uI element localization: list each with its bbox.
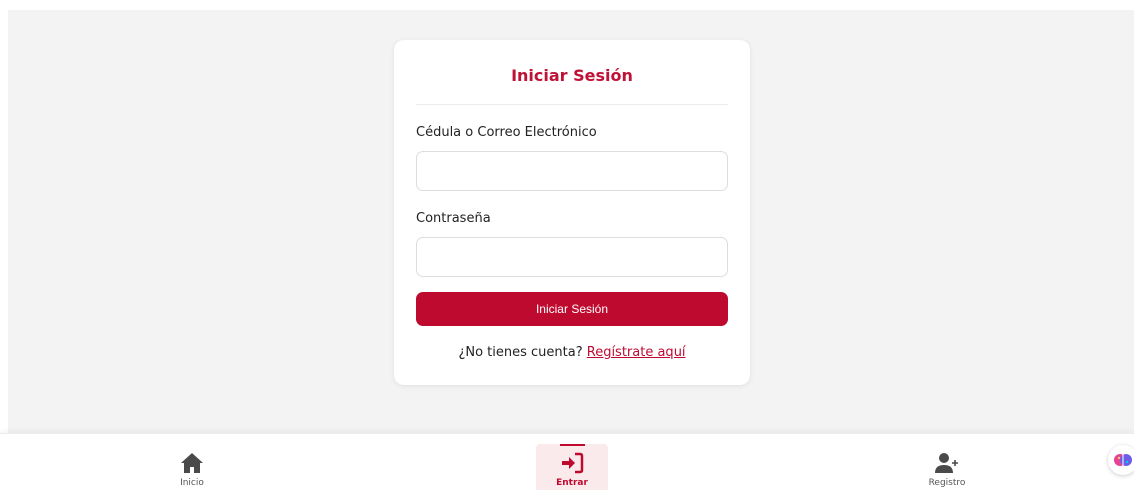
nav-label-inicio: Inicio: [180, 478, 204, 488]
login-title: Iniciar Sesión: [511, 66, 633, 85]
title-divider: [416, 104, 728, 105]
assistant-button[interactable]: [1108, 445, 1134, 475]
password-input[interactable]: [416, 237, 728, 277]
login-card: Iniciar Sesión Cédula o Correo Electróni…: [394, 40, 750, 385]
page-background: Iniciar Sesión Cédula o Correo Electróni…: [8, 10, 1134, 433]
brain-icon: [1114, 454, 1132, 466]
sign-in-icon: [562, 452, 584, 474]
nav-item-inicio[interactable]: Inicio: [156, 444, 228, 490]
login-submit-button[interactable]: Iniciar Sesión: [416, 292, 728, 326]
signup-link[interactable]: Regístrate aquí: [587, 345, 686, 360]
nav-item-entrar[interactable]: Entrar: [536, 444, 608, 490]
user-input[interactable]: [416, 151, 728, 191]
active-tab-indicator: [560, 444, 585, 446]
home-icon: [181, 453, 203, 473]
nav-label-entrar: Entrar: [556, 478, 588, 488]
signup-prompt: ¿No tienes cuenta?: [458, 345, 583, 360]
signup-line: ¿No tienes cuenta? Regístrate aquí: [394, 345, 750, 360]
user-plus-icon: [935, 453, 958, 473]
nav-label-registro: Registro: [928, 478, 966, 488]
user-label: Cédula o Correo Electrónico: [416, 125, 597, 140]
password-label: Contraseña: [416, 211, 491, 226]
bottom-navigation: Inicio Entrar Registro: [0, 433, 1134, 491]
nav-item-registro[interactable]: Registro: [911, 444, 983, 490]
